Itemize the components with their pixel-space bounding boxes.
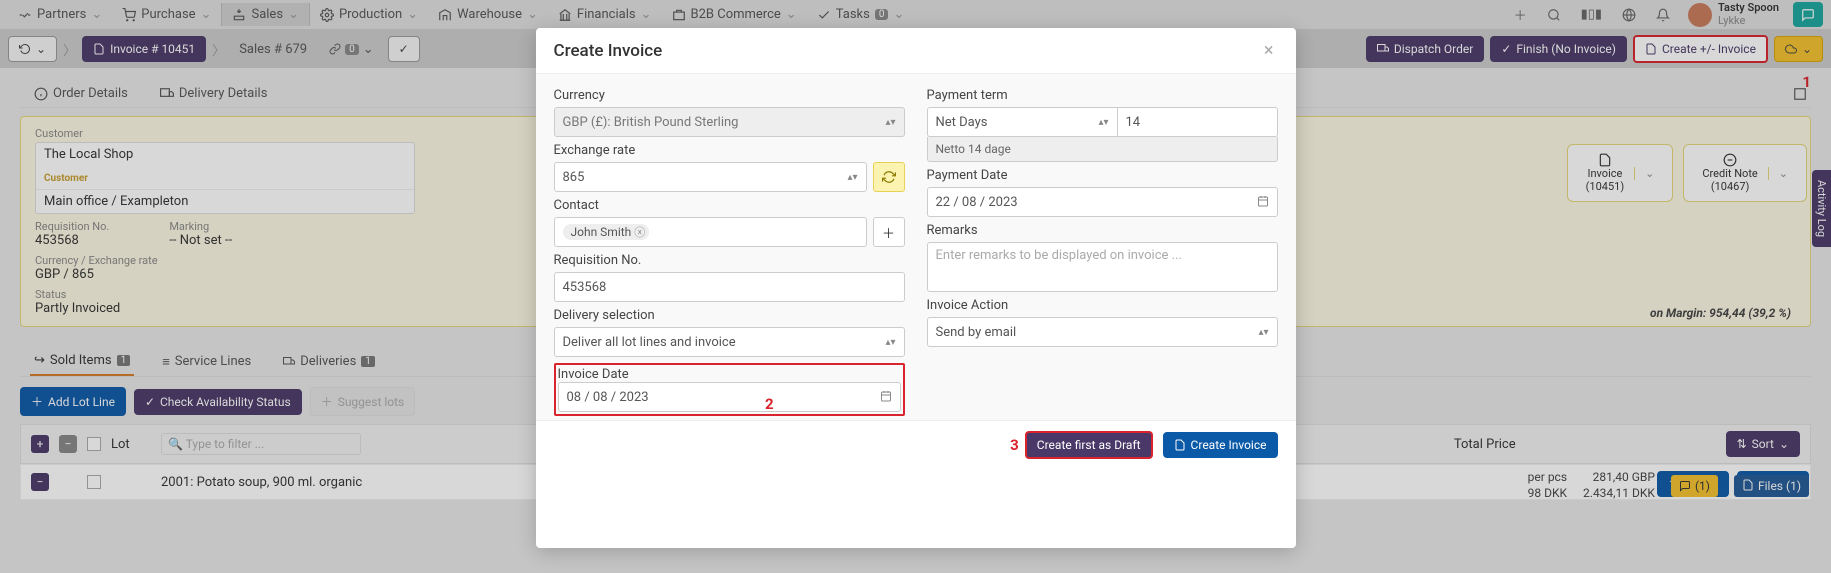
currency-label: Currency [554, 88, 905, 103]
refresh-icon [882, 170, 896, 184]
modal-title: Create Invoice [554, 41, 1260, 61]
exchange-rate-input[interactable]: 865▴▾ [554, 162, 867, 192]
payment-term-preview: Netto 14 dage [927, 137, 1278, 162]
create-draft-button[interactable]: Create first as Draft [1025, 431, 1153, 459]
contact-label: Contact [554, 198, 905, 213]
remove-contact-icon[interactable]: ⓧ [634, 224, 645, 240]
requisition-input[interactable]: 453568 [554, 272, 905, 302]
close-icon[interactable]: × [1260, 40, 1278, 61]
create-invoice-modal: Create Invoice × Currency GBP (£): Briti… [536, 28, 1296, 548]
invoice-action-label: Invoice Action [927, 298, 1278, 313]
calendar-icon [880, 390, 892, 402]
payment-term-label: Payment term [927, 88, 1278, 103]
delivery-selection-select[interactable]: Deliver all lot lines and invoice▴▾ [554, 327, 905, 357]
create-invoice-submit-button[interactable]: Create Invoice [1163, 432, 1278, 458]
exchange-rate-label: Exchange rate [554, 143, 905, 158]
remarks-textarea[interactable]: Enter remarks to be displayed on invoice… [927, 242, 1278, 292]
invoice-action-select[interactable]: Send by email▴▾ [927, 317, 1278, 347]
remarks-label: Remarks [927, 223, 1278, 238]
payment-date-label: Payment Date [927, 168, 1278, 183]
payment-term-days-input[interactable]: 14 [1118, 107, 1278, 137]
delivery-selection-label: Delivery selection [554, 308, 905, 323]
calendar-icon [1257, 195, 1269, 207]
modal-overlay: Create Invoice × Currency GBP (£): Briti… [0, 0, 1831, 573]
contact-input[interactable]: John Smithⓧ [554, 217, 867, 247]
payment-date-input[interactable]: 22 / 08 / 2023 [927, 187, 1278, 217]
payment-term-select[interactable]: Net Days▴▾ [927, 107, 1118, 137]
invoice-date-input[interactable]: 08 / 08 / 2023 [558, 382, 901, 412]
requisition-label: Requisition No. [554, 253, 905, 268]
invoice-date-label: Invoice Date [558, 367, 901, 382]
callout-2: 2 [765, 395, 774, 413]
doc-icon [1174, 439, 1186, 451]
add-contact-button[interactable]: ＋ [873, 217, 905, 247]
callout-3: 3 [1010, 436, 1019, 454]
refresh-rate-button[interactable] [873, 162, 905, 192]
currency-select: GBP (£): British Pound Sterling▴▾ [554, 107, 905, 137]
